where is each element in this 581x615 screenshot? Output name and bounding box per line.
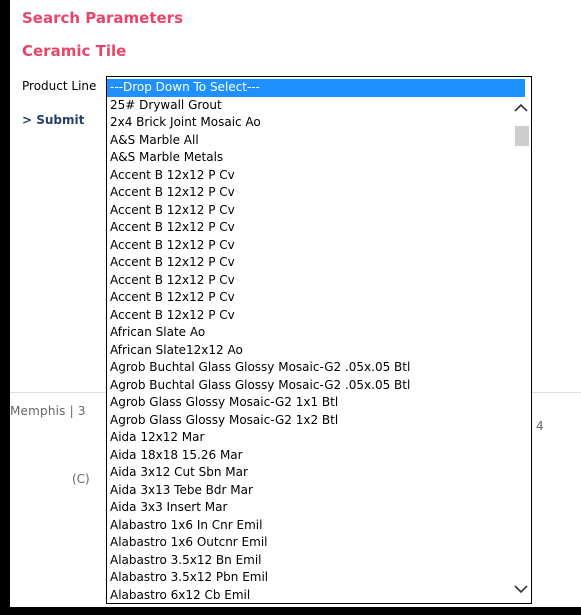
product-line-dropdown-list[interactable]: ---Drop Down To Select--- 25# Drywall Gro… <box>106 76 532 604</box>
dropdown-option[interactable]: Alabastro 3.5x12 Bn Emil <box>107 552 507 570</box>
dropdown-option[interactable]: Accent B 12x12 P Cv <box>107 184 507 202</box>
dropdown-option[interactable]: Agrob Buchtal Glass Glossy Mosaic-G2 .05… <box>107 377 507 395</box>
dropdown-option[interactable]: 2x4 Brick Joint Mosaic Ao <box>107 114 507 132</box>
dropdown-option[interactable]: Accent B 12x12 P Cv <box>107 219 507 237</box>
dropdown-option[interactable]: Aida 3x12 Cut Sbn Mar <box>107 464 507 482</box>
dropdown-option[interactable]: Accent B 12x12 P Cv <box>107 167 507 185</box>
dropdown-option[interactable]: Agrob Glass Glossy Mosaic-G2 1x1 Btl <box>107 394 507 412</box>
dropdown-option[interactable]: Aida 18x18 15.26 Mar <box>107 447 507 465</box>
dropdown-option[interactable]: Alabastro 1x6 Outcnr Emil <box>107 534 507 552</box>
search-parameters-heading: Search Parameters <box>22 9 183 27</box>
dropdown-option[interactable]: Alabastro 6x12 Cb Emil <box>107 587 507 605</box>
dropdown-option[interactable]: Alabastro 1x6 In Cnr Emil <box>107 517 507 535</box>
ceramic-tile-heading: Ceramic Tile <box>22 42 127 60</box>
dropdown-option[interactable]: 25# Drywall Grout <box>107 97 507 115</box>
dropdown-option[interactable]: A&S Marble All <box>107 132 507 150</box>
dropdown-option[interactable]: Accent B 12x12 P Cv <box>107 272 507 290</box>
chevron-up-icon[interactable] <box>513 100 529 116</box>
dropdown-option[interactable]: Accent B 12x12 P Cv <box>107 237 507 255</box>
dropdown-option[interactable]: Aida 3x3 Insert Mar <box>107 499 507 517</box>
page: Search Parameters Ceramic Tile Product L… <box>10 0 581 607</box>
dropdown-option[interactable]: Accent B 12x12 P Cv <box>107 289 507 307</box>
product-line-label: Product Line <box>22 79 97 93</box>
dropdown-option[interactable]: Agrob Glass Glossy Mosaic-G2 1x2 Btl <box>107 412 507 430</box>
dropdown-option[interactable]: Accent B 12x12 P Cv <box>107 254 507 272</box>
submit-link[interactable]: > Submit <box>22 113 84 127</box>
dropdown-option[interactable]: African Slate12x12 Ao <box>107 342 507 360</box>
dropdown-option[interactable]: Accent B 12x12 P Cv <box>107 307 507 325</box>
dropdown-option[interactable]: Agrob Buchtal Glass Glossy Mosaic-G2 .05… <box>107 359 507 377</box>
dropdown-option[interactable]: Aida 12x12 Mar <box>107 429 507 447</box>
footer-copyright: (C) <box>72 472 90 486</box>
footer-address: Memphis | 3 <box>10 404 86 418</box>
dropdown-option[interactable]: A&S Marble Metals <box>107 149 507 167</box>
dropdown-option[interactable]: African Slate Ao <box>107 324 507 342</box>
dropdown-option[interactable]: Alabastro 3.5x12 Pbn Emil <box>107 569 507 587</box>
dropdown-option[interactable]: Accent B 12x12 P Cv <box>107 202 507 220</box>
dropdown-scrollbar[interactable] <box>511 98 531 603</box>
chevron-down-icon[interactable] <box>513 581 529 597</box>
footer-right-text: 4 <box>536 419 544 433</box>
dropdown-option[interactable]: Aida 3x13 Tebe Bdr Mar <box>107 482 507 500</box>
dropdown-options: ---Drop Down To Select--- 25# Drywall Gro… <box>107 79 525 605</box>
dropdown-option-selected[interactable]: ---Drop Down To Select--- <box>107 79 525 97</box>
scrollbar-thumb[interactable] <box>515 126 529 146</box>
